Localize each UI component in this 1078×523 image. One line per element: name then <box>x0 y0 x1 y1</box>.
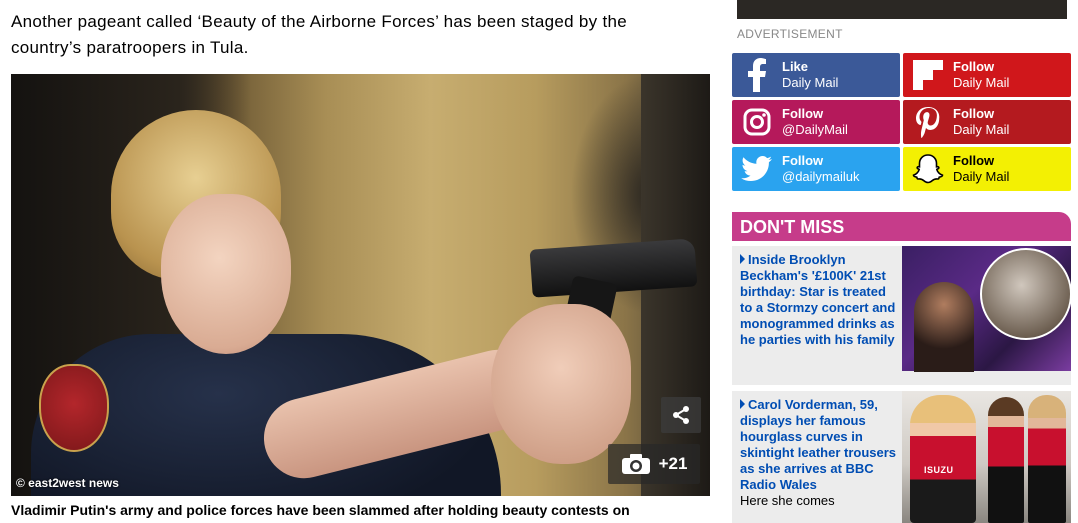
dont-miss-thumbnail[interactable] <box>902 246 1072 372</box>
photo-hand <box>491 304 631 464</box>
instagram-account: @DailyMail <box>782 122 848 137</box>
instagram-label: Follow <box>782 106 824 121</box>
dont-miss-item[interactable]: Inside Brooklyn Beckham's '£100K' 21st b… <box>732 246 1072 385</box>
twitter-account: @dailymailuk <box>782 169 860 184</box>
flipboard-follow-button[interactable]: Follow Daily Mail <box>903 53 1071 97</box>
advertisement-label: ADVERTISEMENT <box>737 27 843 41</box>
photo-face <box>161 194 291 354</box>
dont-miss-subline: Here she comes <box>740 493 835 508</box>
flipboard-label: Follow <box>953 59 995 74</box>
uniform-patch <box>39 364 109 452</box>
pinterest-account: Daily Mail <box>953 122 1010 137</box>
camera-icon <box>621 454 650 474</box>
dont-miss-thumbnail[interactable]: ISUZU <box>902 391 1071 523</box>
flipboard-account: Daily Mail <box>953 75 1010 90</box>
article-photo[interactable]: © east2west news +21 <box>11 74 710 496</box>
article-paragraph: Another pageant called ‘Beauty of the Ai… <box>11 12 627 57</box>
twitter-label: Follow <box>782 153 824 168</box>
facebook-like-button[interactable]: Like Daily Mail <box>732 53 900 97</box>
thumbnail-inset-circle <box>980 248 1072 340</box>
instagram-icon <box>732 100 782 144</box>
snapchat-label: Follow <box>953 153 995 168</box>
twitter-follow-button[interactable]: Follow @dailymailuk <box>732 147 900 191</box>
snapchat-account: Daily Mail <box>953 169 1010 184</box>
dont-miss-header: DON'T MISS <box>732 212 1071 241</box>
arrow-right-icon <box>740 254 745 264</box>
pinterest-label: Follow <box>953 106 995 121</box>
dont-miss-text: Carol Vorderman, 59, displays her famous… <box>740 397 900 509</box>
snapchat-follow-button[interactable]: Follow Daily Mail <box>903 147 1071 191</box>
photo-credit: © east2west news <box>16 476 119 490</box>
twitter-icon <box>732 147 782 191</box>
dont-miss-headline[interactable]: Inside Brooklyn Beckham's '£100K' 21st b… <box>740 252 895 347</box>
thumbnail-person <box>914 282 974 372</box>
facebook-icon <box>732 53 782 97</box>
dont-miss-item[interactable]: Carol Vorderman, 59, displays her famous… <box>732 391 1071 523</box>
arrow-right-icon <box>740 399 745 409</box>
photo-caption: Vladimir Putin's army and police forces … <box>11 502 630 518</box>
flipboard-icon <box>903 53 953 97</box>
instagram-follow-button[interactable]: Follow @DailyMail <box>732 100 900 144</box>
pinterest-icon <box>903 100 953 144</box>
thumbnail-person <box>910 395 976 523</box>
pinterest-follow-button[interactable]: Follow Daily Mail <box>903 100 1071 144</box>
advertisement-banner[interactable] <box>737 0 1067 19</box>
share-icon <box>673 406 689 424</box>
gallery-button[interactable]: +21 <box>608 444 700 484</box>
snapchat-icon <box>903 147 953 191</box>
thumbnail-person <box>988 397 1024 523</box>
facebook-account: Daily Mail <box>782 75 839 90</box>
dont-miss-text: Inside Brooklyn Beckham's '£100K' 21st b… <box>740 252 900 348</box>
dont-miss-headline[interactable]: Carol Vorderman, 59, displays her famous… <box>740 397 896 492</box>
facebook-label: Like <box>782 59 809 74</box>
thumbnail-person <box>1028 395 1066 523</box>
thumbnail-brand-text: ISUZU <box>924 465 954 475</box>
gallery-count: +21 <box>658 454 688 473</box>
share-button[interactable] <box>661 397 701 433</box>
